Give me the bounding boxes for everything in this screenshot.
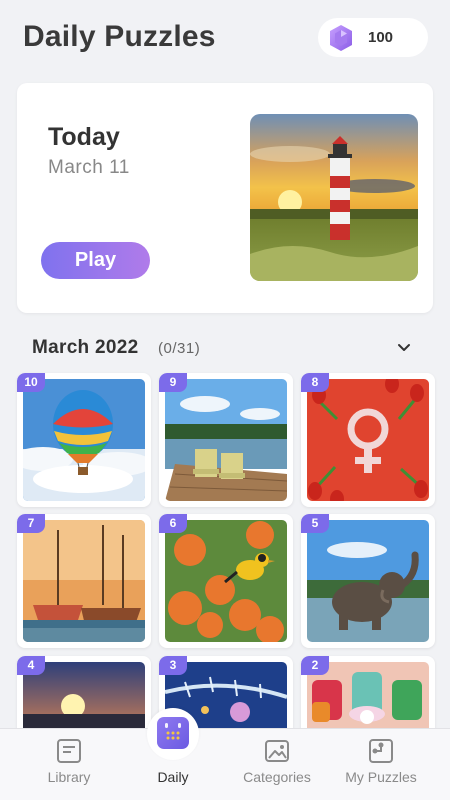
month-label: March 2022 xyxy=(32,337,139,358)
puzzle-tile-8[interactable]: 8 xyxy=(301,373,435,507)
puzzle-image xyxy=(307,379,429,501)
nav-my-puzzles[interactable]: My Puzzles xyxy=(326,729,436,800)
page-title: Daily Puzzles xyxy=(23,20,216,53)
nav-my-puzzles-label: My Puzzles xyxy=(345,769,417,785)
day-badge: 2 xyxy=(301,656,329,675)
nav-categories-label: Categories xyxy=(243,769,311,785)
chevron-down-icon[interactable] xyxy=(396,339,412,355)
day-badge: 10 xyxy=(17,373,45,392)
puzzle-image xyxy=(23,379,145,501)
puzzle-image xyxy=(307,520,429,642)
today-label: Today xyxy=(48,123,120,151)
gem-icon xyxy=(330,25,352,51)
gem-count: 100 xyxy=(368,29,394,46)
puzzle-tile-9[interactable]: 9 xyxy=(159,373,293,507)
calendar-icon[interactable] xyxy=(157,717,189,749)
puzzle-image xyxy=(165,520,287,642)
puzzle-piece-icon xyxy=(369,739,393,763)
play-button[interactable]: Play xyxy=(41,242,150,279)
nav-library[interactable]: Library xyxy=(14,729,124,800)
gem-counter[interactable]: 100 xyxy=(318,18,428,57)
day-badge: 8 xyxy=(301,373,329,392)
puzzle-image xyxy=(23,520,145,642)
lighthouse-image xyxy=(250,114,418,281)
image-icon xyxy=(265,740,289,762)
day-badge: 5 xyxy=(301,514,329,533)
puzzle-grid: 10 9 8 7 6 5 4 3 2 xyxy=(0,370,450,790)
month-header[interactable]: March 2022 (0/31) xyxy=(0,333,450,363)
day-badge: 9 xyxy=(159,373,187,392)
puzzle-tile-6[interactable]: 6 xyxy=(159,514,293,648)
day-badge: 3 xyxy=(159,656,187,675)
day-badge: 4 xyxy=(17,656,45,675)
header: Daily Puzzles 100 xyxy=(0,0,450,76)
puzzle-tile-5[interactable]: 5 xyxy=(301,514,435,648)
bottom-nav: Library Daily Categories My Puzzles xyxy=(0,728,450,800)
puzzle-tile-7[interactable]: 7 xyxy=(17,514,151,648)
today-date: March 11 xyxy=(48,157,130,178)
day-badge: 6 xyxy=(159,514,187,533)
nav-daily-label: Daily xyxy=(157,769,189,785)
month-progress: (0/31) xyxy=(158,340,201,357)
nav-categories[interactable]: Categories xyxy=(222,729,332,800)
library-icon xyxy=(57,739,81,763)
nav-library-label: Library xyxy=(47,769,91,785)
puzzle-image xyxy=(165,379,287,501)
puzzle-tile-10[interactable]: 10 xyxy=(17,373,151,507)
today-card[interactable]: Today March 11 Play xyxy=(17,83,433,313)
day-badge: 7 xyxy=(17,514,45,533)
today-puzzle-image[interactable] xyxy=(250,114,418,281)
